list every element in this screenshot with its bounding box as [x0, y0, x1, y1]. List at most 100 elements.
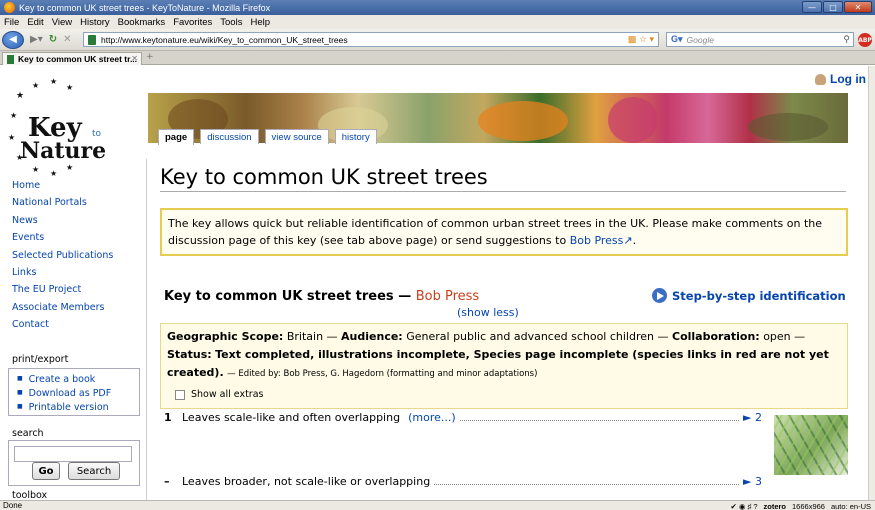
menu-view[interactable]: View — [52, 17, 72, 28]
sidebar-item-eu-project[interactable]: The EU Project — [12, 281, 113, 298]
sidebar-item-home[interactable]: Home — [12, 177, 113, 194]
lead-dot-leader — [434, 484, 740, 485]
zotero-button[interactable]: zotero — [764, 502, 787, 510]
rss-star-icon[interactable]: ▩ ☆ ▾ — [628, 34, 654, 45]
browser-search-box[interactable]: G▾ Google ⚲ — [666, 32, 854, 47]
lead-dot-leader — [459, 420, 740, 421]
download-pdf-link[interactable]: Download as PDF — [17, 386, 139, 400]
forward-arrow-icon[interactable]: ▶▾ — [30, 34, 43, 45]
reload-icon[interactable]: ↻ — [49, 34, 57, 45]
key-dash: — — [393, 289, 416, 304]
firefox-icon — [4, 2, 15, 13]
svg-text:★: ★ — [66, 163, 73, 172]
intro-notice: The key allows quick but reliable identi… — [160, 208, 848, 256]
browser-tab[interactable]: Key to common UK street tr... ✕ — [2, 52, 142, 65]
step-by-step-link[interactable]: Step-by-step identification — [652, 288, 846, 303]
step-by-step-label: Step-by-step identification — [672, 288, 846, 303]
tab-discussion[interactable]: discussion — [200, 129, 259, 144]
google-icon[interactable]: G▾ — [671, 34, 683, 45]
external-link-icon: ↗ — [623, 234, 633, 247]
new-tab-button[interactable]: + — [146, 52, 154, 62]
create-book-link[interactable]: Create a book — [17, 372, 139, 386]
menu-file[interactable]: File — [4, 17, 19, 28]
play-icon — [652, 288, 667, 303]
stop-icon[interactable]: ✕ — [63, 34, 71, 45]
go-button[interactable]: Go — [32, 462, 60, 480]
sidebar-search-input[interactable] — [14, 446, 132, 462]
tab-close-icon[interactable]: ✕ — [131, 54, 138, 63]
minimize-button[interactable]: — — [802, 1, 822, 13]
menu-tools[interactable]: Tools — [220, 17, 242, 28]
key-lead-2: – Leaves broader, not scale-like or over… — [164, 475, 762, 488]
svg-text:★: ★ — [50, 78, 57, 86]
intro-text: The key allows quick but reliable identi… — [168, 217, 823, 247]
sidebar-item-links[interactable]: Links — [12, 264, 113, 281]
search-icon[interactable]: ⚲ — [843, 34, 850, 45]
lead-number: – — [164, 475, 170, 488]
sidebar-item-events[interactable]: Events — [12, 229, 113, 246]
sidebar-item-associate-members[interactable]: Associate Members — [12, 299, 113, 316]
adblock-icon[interactable]: ABP — [858, 33, 872, 47]
sidebar-item-selected-publications[interactable]: Selected Publications — [12, 247, 113, 264]
menu-edit[interactable]: Edit — [27, 17, 43, 28]
vertical-scrollbar[interactable] — [868, 66, 875, 500]
tab-page[interactable]: page — [158, 129, 195, 145]
close-window-button[interactable]: ✕ — [844, 1, 872, 13]
printable-version-link[interactable]: Printable version — [17, 400, 139, 414]
svg-text:★: ★ — [10, 111, 17, 120]
edited-by: — Edited by: Bob Press, G. Hagedorn (for… — [227, 369, 538, 379]
svg-text:★: ★ — [32, 165, 39, 174]
menu-bookmarks[interactable]: Bookmarks — [118, 17, 166, 28]
status-label: Status: — [167, 348, 212, 361]
leaf-thumbnail-image[interactable] — [774, 415, 848, 475]
tab-view-source[interactable]: view source — [264, 129, 329, 144]
user-icon — [815, 73, 826, 85]
logo-nature: Nature — [20, 138, 106, 164]
lead-text: Leaves broader, not scale-like or overla… — [182, 475, 431, 488]
menu-history[interactable]: History — [80, 17, 110, 28]
locale-indicator[interactable]: auto: en-US — [831, 502, 871, 510]
key-metadata: Geographic Scope: Britain — Audience: Ge… — [160, 323, 848, 409]
address-bar-url: http://www.keytonature.eu/wiki/Key_to_co… — [101, 34, 348, 45]
window-titlebar: Key to common UK street trees - KeyToNat… — [0, 0, 875, 15]
toolbox-title: toolbox — [12, 490, 48, 500]
show-extras-toggle[interactable]: Show all extras — [175, 386, 841, 404]
menu-help[interactable]: Help — [250, 17, 270, 28]
sidebar-item-contact[interactable]: Contact — [12, 316, 113, 333]
sidebar-item-news[interactable]: News — [12, 212, 113, 229]
show-extras-label: Show all extras — [191, 389, 264, 400]
key-title: Key to common UK street trees — [164, 289, 394, 304]
page-title: Key to common UK street trees — [160, 165, 846, 192]
key-heading: Key to common UK street trees — Bob Pres… — [164, 289, 479, 304]
audience-value: General public and advanced school child… — [406, 330, 654, 343]
keytonature-logo[interactable]: ★ ★ ★ ★ ★ ★ ★ ★ ★ ★ Key to Nature — [4, 78, 132, 178]
site-favicon — [88, 34, 96, 45]
key-lead-1: 1 Leaves scale-like and often overlappin… — [164, 411, 762, 424]
search-portlet-title: search — [12, 428, 44, 439]
show-less-link[interactable]: (show less) — [457, 306, 519, 319]
addon-icons[interactable]: ✔ ◉ ♯ ? — [731, 502, 758, 510]
window-controls: — □ ✕ — [802, 1, 872, 13]
address-bar[interactable]: http://www.keytonature.eu/wiki/Key_to_co… — [83, 32, 659, 47]
menu-favorites[interactable]: Favorites — [173, 17, 212, 28]
sidebar-item-national-portals[interactable]: National Portals — [12, 194, 113, 211]
tab-history[interactable]: history — [334, 129, 377, 144]
collaboration-value: open — [763, 330, 791, 343]
login-link[interactable]: Log in — [815, 72, 866, 86]
bob-press-email-link[interactable]: Bob Press↗ — [570, 234, 633, 247]
page-tabs: page discussion view source history — [158, 129, 377, 145]
lead-more-link[interactable]: (more...) — [408, 411, 456, 424]
audience-label: Audience: — [341, 330, 403, 343]
show-extras-checkbox[interactable] — [175, 390, 185, 400]
scope-label: Geographic Scope: — [167, 330, 284, 343]
search-button[interactable]: Search — [68, 462, 120, 480]
key-author-link[interactable]: Bob Press — [416, 289, 479, 304]
maximize-button[interactable]: □ — [823, 1, 843, 13]
tab-title: Key to common UK street tr... — [18, 54, 138, 64]
main-content: Key to common UK street trees The key al… — [146, 159, 856, 500]
status-text: Done — [3, 501, 23, 510]
svg-text:★: ★ — [16, 91, 24, 101]
lead-target-link[interactable]: ► 3 — [743, 475, 762, 488]
back-button[interactable]: ◀ — [2, 30, 24, 49]
lead-target-link[interactable]: ► 2 — [743, 411, 762, 424]
